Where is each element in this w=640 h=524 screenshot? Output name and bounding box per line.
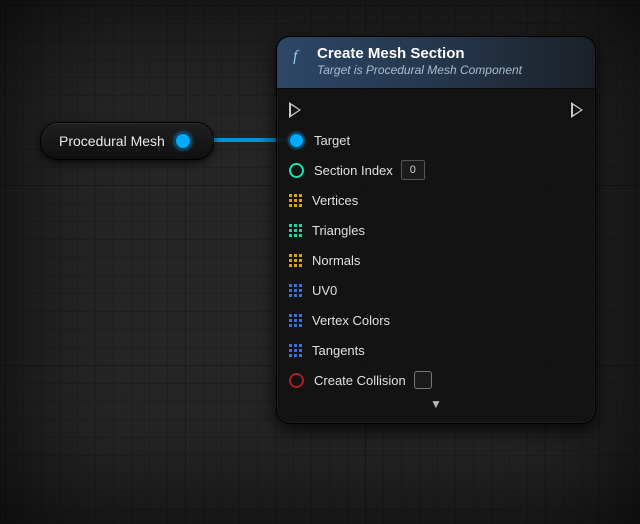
input-pin-tangents[interactable] (289, 344, 302, 357)
output-pin-procedural-mesh[interactable] (175, 133, 191, 149)
chevron-down-icon: ▼ (430, 397, 442, 411)
pin-row-vertex-colors: Vertex Colors (289, 305, 583, 335)
pin-row-normals: Normals (289, 245, 583, 275)
pin-label-uv0: UV0 (312, 283, 337, 298)
node-subtitle: Target is Procedural Mesh Component (317, 64, 522, 78)
function-icon: f (289, 45, 309, 65)
pin-label-create-collision: Create Collision (314, 373, 406, 388)
node-procedural-mesh[interactable]: Procedural Mesh (40, 122, 214, 160)
pin-row-triangles: Triangles (289, 215, 583, 245)
node-create-mesh-section[interactable]: f Create Mesh Section Target is Procedur… (276, 36, 596, 424)
input-pin-uv0[interactable] (289, 284, 302, 297)
exec-pin-in[interactable] (289, 102, 301, 118)
svg-text:f: f (293, 48, 300, 64)
pin-label-vertices: Vertices (312, 193, 358, 208)
node-title: Create Mesh Section (317, 45, 522, 62)
create-collision-checkbox[interactable] (414, 371, 432, 389)
pin-label-vertex-colors: Vertex Colors (312, 313, 390, 328)
pin-row-tangents: Tangents (289, 335, 583, 365)
input-pin-target[interactable] (289, 133, 304, 148)
input-pin-normals[interactable] (289, 254, 302, 267)
input-pin-vertex-colors[interactable] (289, 314, 302, 327)
input-pin-section-index[interactable] (289, 163, 304, 178)
pin-label-target: Target (314, 133, 350, 148)
pin-label-section-index: Section Index (314, 163, 393, 178)
pin-row-vertices: Vertices (289, 185, 583, 215)
exec-pin-out[interactable] (571, 102, 583, 118)
pin-label-tangents: Tangents (312, 343, 365, 358)
pin-row-section-index: Section Index 0 (289, 155, 583, 185)
pin-row-create-collision: Create Collision (289, 365, 583, 395)
node-procedural-mesh-label: Procedural Mesh (59, 133, 165, 149)
input-pin-create-collision[interactable] (289, 373, 304, 388)
node-header[interactable]: f Create Mesh Section Target is Procedur… (277, 37, 595, 89)
input-pin-vertices[interactable] (289, 194, 302, 207)
pin-row-uv0: UV0 (289, 275, 583, 305)
pin-row-target: Target (289, 125, 583, 155)
pin-label-triangles: Triangles (312, 223, 365, 238)
section-index-input[interactable]: 0 (401, 160, 425, 180)
expand-node-toggle[interactable]: ▼ (289, 395, 583, 417)
pin-label-normals: Normals (312, 253, 360, 268)
input-pin-triangles[interactable] (289, 224, 302, 237)
node-body: Target Section Index 0 Vertices Triangle… (277, 89, 595, 423)
